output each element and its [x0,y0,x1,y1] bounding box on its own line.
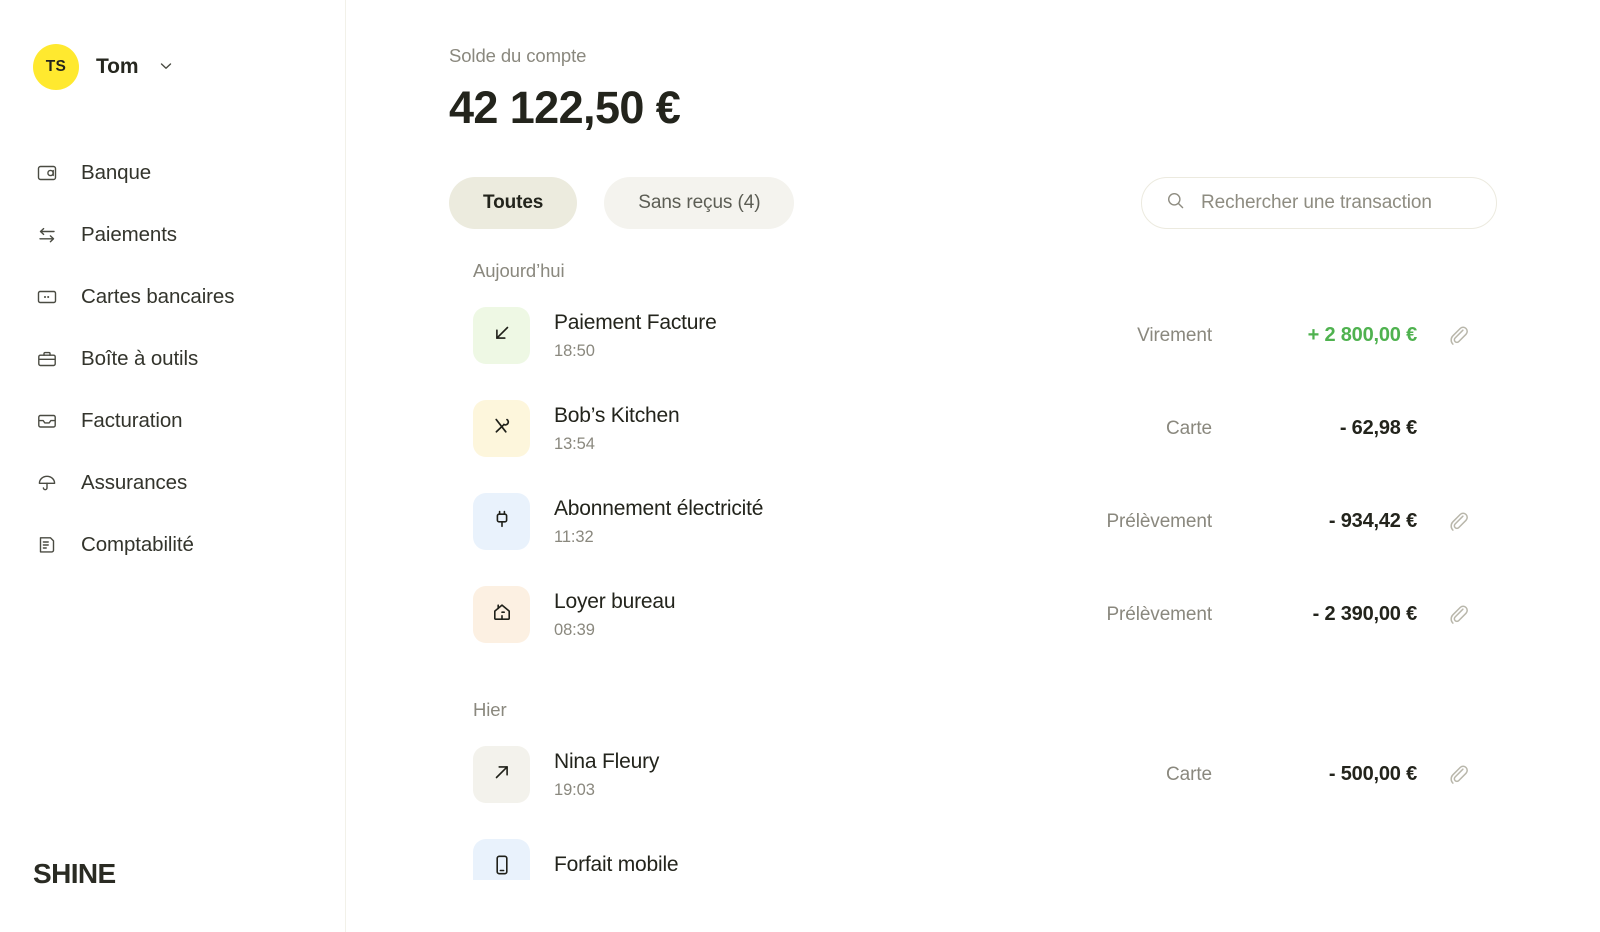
balance-label: Solde du compte [449,45,587,66]
plug-icon [489,506,515,537]
profile-name: Tom [96,55,139,78]
wallet-icon [35,161,59,185]
sidebar-item-label: Banque [81,161,152,184]
transaction-amount: - 934,42 € [1328,510,1417,533]
profile-switcher[interactable]: TS Tom [0,0,174,90]
transaction-amount: - 2 390,00 € [1312,603,1418,626]
filter-sans-recus[interactable]: Sans reçus (4) [604,177,795,230]
sidebar-item-label: Assurances [81,471,188,494]
arrow-down-left-icon [489,320,515,351]
day-group-label: Aujourd’hui [473,260,565,282]
search-box[interactable] [1141,177,1497,230]
account-balance: Solde du compte 42 122,50 € [346,0,1600,131]
inbox-icon [35,409,59,433]
transaction-info: Loyer bureau 08:39 [554,589,1106,640]
sidebar-item-label: Facturation [81,409,183,432]
transaction-amount: - 62,98 € [1339,417,1417,440]
sidebar: TS Tom Banque Paiements Cartes bancaires… [0,0,346,932]
main-content: Solde du compte 42 122,50 € Toutes Sans … [346,0,1600,932]
transaction-time: 19:03 [554,781,595,800]
sidebar-item-label: Comptabilité [81,533,194,556]
transaction-name: Loyer bureau [554,590,676,614]
sidebar-item-paiements[interactable]: Paiements [0,204,345,266]
sidebar-nav: Banque Paiements Cartes bancaires Boîte … [0,142,345,576]
day-group-label: Hier [473,699,507,721]
transfer-arrows-icon [35,223,59,247]
transaction-category-tile [473,400,530,458]
transaction-method: Carte [1166,763,1212,785]
transaction-time: 11:32 [554,528,594,547]
transaction-name: Abonnement électricité [554,497,764,521]
transaction-category-tile [473,307,530,365]
search-input[interactable] [1201,192,1472,215]
sidebar-item-label: Boîte à outils [81,347,199,370]
table-row[interactable]: Bob’s Kitchen 13:54 Carte - 62,98 € [449,382,1497,475]
transaction-category-tile [473,586,530,644]
transaction-amount: + 2 800,00 € [1307,324,1418,347]
transaction-time: 08:39 [554,621,595,640]
transaction-info: Abonnement électricité 11:32 [554,496,1106,547]
umbrella-icon [35,471,59,495]
table-row[interactable]: Paiement Facture 18:50 Virement + 2 800,… [449,289,1497,382]
table-row[interactable]: Abonnement électricité 11:32 Prélèvement… [449,475,1497,568]
transaction-category-tile [473,493,530,551]
transaction-info: Bob’s Kitchen 13:54 [554,403,1166,454]
transaction-category-tile [473,746,530,804]
transaction-name: Paiement Facture [554,311,717,335]
cutlery-icon [489,413,515,444]
table-row[interactable]: Loyer bureau 08:39 Prélèvement - 2 390,0… [449,568,1497,661]
filter-pills: Toutes Sans reçus (4) [449,177,795,230]
transaction-info: Nina Fleury 19:03 [554,749,1166,800]
filter-toutes[interactable]: Toutes [449,177,578,230]
phone-icon [489,852,515,880]
transaction-method: Prélèvement [1106,603,1212,625]
transaction-info: Forfait mobile [554,852,1212,881]
briefcase-icon [35,347,59,371]
house-icon [489,599,515,630]
chevron-down-icon [158,58,174,79]
transaction-category-tile [473,839,530,881]
table-row[interactable]: Nina Fleury 19:03 Carte - 500,00 € [449,728,1497,821]
transaction-name: Nina Fleury [554,750,660,774]
transaction-info: Paiement Facture 18:50 [554,310,1137,361]
transaction-method: Virement [1137,324,1212,346]
toolbar: Toutes Sans reçus (4) [346,177,1600,230]
sidebar-item-label: Cartes bancaires [81,285,235,308]
transaction-list: Aujourd’hui Paiement Facture 18:50 Virem… [346,260,1600,881]
sidebar-item-cartes-bancaires[interactable]: Cartes bancaires [0,266,345,328]
attachment-icon[interactable] [1443,510,1473,533]
attachment-icon[interactable] [1443,603,1473,626]
attachment-icon[interactable] [1443,324,1473,347]
sidebar-item-assurances[interactable]: Assurances [0,452,345,514]
sidebar-item-comptabilite[interactable]: Comptabilité [0,514,345,576]
app-root: TS Tom Banque Paiements Cartes bancaires… [0,0,1600,932]
search-icon [1166,191,1185,215]
transaction-name: Forfait mobile [554,852,679,876]
sidebar-item-boite-a-outils[interactable]: Boîte à outils [0,328,345,390]
transaction-method: Prélèvement [1106,510,1212,532]
avatar: TS [33,44,79,90]
card-icon [35,285,59,309]
transaction-method: Carte [1166,417,1212,439]
balance-amount: 42 122,50 € [449,82,681,133]
document-icon [35,533,59,557]
attachment-icon[interactable] [1443,763,1473,786]
shine-logo: SHINE [33,858,116,889]
sidebar-item-label: Paiements [81,223,177,246]
sidebar-item-banque[interactable]: Banque [0,142,345,204]
transaction-time: 13:54 [554,435,595,454]
transaction-time: 18:50 [554,342,595,361]
transaction-amount: - 500,00 € [1328,763,1417,786]
table-row[interactable]: Forfait mobile [449,821,1497,881]
transaction-name: Bob’s Kitchen [554,404,680,428]
sidebar-item-facturation[interactable]: Facturation [0,390,345,452]
arrow-up-right-icon [489,759,515,790]
